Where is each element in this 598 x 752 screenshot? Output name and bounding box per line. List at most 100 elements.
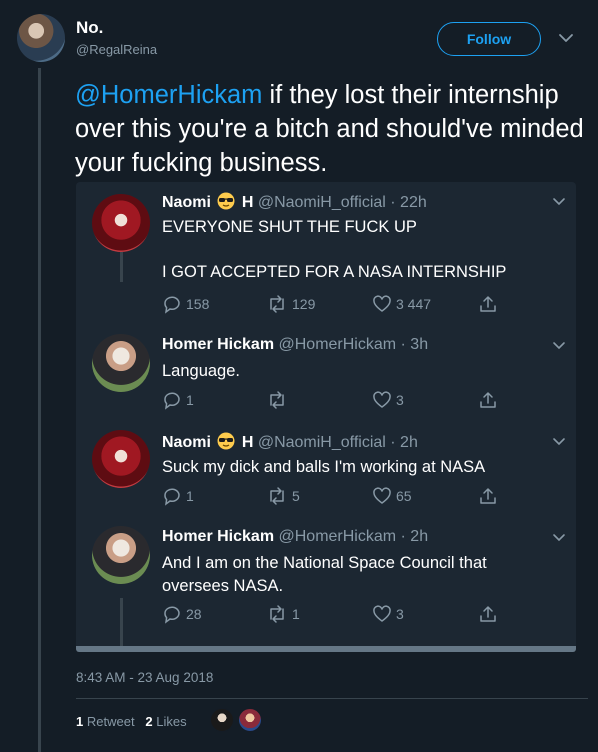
action-bar: 1 5 65 — [162, 486, 502, 508]
share-icon — [480, 392, 496, 408]
share-button[interactable] — [478, 294, 498, 314]
tweet-text: Suck my dick and balls I'm working at NA… — [162, 458, 486, 476]
heart-icon — [373, 391, 391, 408]
tweet-text: @HomerHickam if they lost their internsh… — [75, 78, 585, 180]
action-bar: 158 129 3 447 — [162, 294, 502, 316]
reply-icon — [164, 606, 180, 624]
retweet-icon — [270, 295, 284, 313]
like-count: 3 447 — [396, 296, 432, 312]
retweet-count: 1 — [292, 606, 300, 622]
thread-tweet[interactable]: Naomi H @NaomiH_official · 22h EVERYONE … — [76, 182, 576, 326]
reply-count: 158 — [186, 296, 210, 312]
thread-tweet[interactable]: Homer Hickam @HomerHickam · 3h Language.… — [76, 326, 576, 422]
sunglasses-emoji-icon — [217, 432, 235, 450]
display-name[interactable]: Naomi — [162, 194, 211, 211]
handle-and-time[interactable]: @HomerHickam · 2h — [279, 528, 429, 545]
retweet-button[interactable] — [266, 390, 292, 410]
retweet-count: 129 — [292, 296, 316, 312]
reply-button[interactable]: 158 — [162, 294, 209, 314]
retweet-icon — [270, 605, 284, 623]
quoted-thread-card[interactable]: Naomi H @NaomiH_official · 22h EVERYONE … — [76, 182, 576, 652]
display-name-suffix[interactable]: H — [242, 434, 254, 451]
display-name[interactable]: Homer Hickam — [162, 336, 274, 353]
reply-count: 1 — [186, 392, 194, 408]
tweet-text: And I am on the National Space Council t… — [162, 554, 487, 595]
tweet-line: EVERYONE SHUT THE FUCK UP — [162, 218, 417, 236]
share-icon — [480, 606, 496, 622]
tweet-stats: 1 Retweet 2 Likes — [76, 714, 187, 729]
like-count: 65 — [396, 488, 412, 504]
tweet-header: Naomi H @NaomiH_official · 2h — [162, 432, 418, 452]
avatar[interactable] — [92, 194, 150, 252]
tweet-text: Language. — [162, 362, 240, 380]
like-button[interactable]: 3 — [372, 604, 404, 624]
display-name-suffix[interactable]: H — [242, 194, 254, 211]
reply-button[interactable]: 1 — [162, 390, 194, 410]
thread-connector-line — [38, 68, 41, 752]
chevron-down-icon[interactable] — [550, 528, 568, 546]
author-avatar[interactable] — [17, 14, 65, 62]
tweet-header: Naomi H @NaomiH_official · 22h — [162, 192, 427, 212]
retweet-button[interactable]: 129 — [266, 294, 315, 314]
retweet-button[interactable]: 1 — [266, 604, 300, 624]
like-button[interactable]: 3 — [372, 390, 404, 410]
tweet-text: EVERYONE SHUT THE FUCK UP I GOT ACCEPTED… — [162, 216, 562, 284]
share-icon — [480, 296, 496, 312]
thread-tweet[interactable]: Naomi H @NaomiH_official · 2h Suck my di… — [76, 422, 576, 518]
heart-icon — [373, 487, 391, 504]
like-label[interactable]: Likes — [156, 714, 186, 729]
liker-avatar[interactable] — [210, 708, 234, 732]
like-button[interactable]: 65 — [372, 486, 412, 506]
thread-tweet[interactable]: Homer Hickam @HomerHickam · 2h And I am … — [76, 518, 576, 638]
like-total[interactable]: 2 — [145, 714, 152, 729]
reply-count: 28 — [186, 606, 202, 622]
retweet-button[interactable]: 5 — [266, 486, 300, 506]
chevron-down-icon[interactable] — [550, 432, 568, 450]
retweet-icon — [270, 487, 284, 505]
tweet-timestamp[interactable]: 8:43 AM - 23 Aug 2018 — [76, 670, 213, 685]
tweet-line: I GOT ACCEPTED FOR A NASA INTERNSHIP — [162, 263, 507, 281]
reply-count: 1 — [186, 488, 194, 504]
share-button[interactable] — [478, 604, 498, 624]
author-name[interactable]: No. — [76, 18, 103, 38]
liker-avatar[interactable] — [238, 708, 262, 732]
handle-and-time[interactable]: @NaomiH_official · 22h — [258, 194, 427, 211]
like-count: 3 — [396, 392, 404, 408]
display-name[interactable]: Naomi — [162, 434, 211, 451]
chevron-down-icon[interactable] — [550, 336, 568, 354]
reply-button[interactable]: 28 — [162, 604, 202, 624]
reply-icon — [164, 392, 180, 410]
reply-icon — [164, 488, 180, 506]
handle-and-time[interactable]: @NaomiH_official · 2h — [258, 434, 418, 451]
avatar[interactable] — [92, 430, 150, 488]
display-name[interactable]: Homer Hickam — [162, 528, 274, 545]
heart-icon — [373, 605, 391, 622]
retweet-count: 5 — [292, 488, 300, 504]
chevron-down-icon[interactable] — [556, 28, 576, 48]
share-button[interactable] — [478, 390, 498, 410]
reply-icon — [164, 296, 180, 314]
handle-and-time[interactable]: @HomerHickam · 3h — [279, 336, 429, 353]
author-handle[interactable]: @RegalReina — [76, 42, 157, 57]
avatar[interactable] — [92, 526, 150, 584]
retweet-icon — [270, 391, 284, 409]
share-icon — [480, 488, 496, 504]
follow-button[interactable]: Follow — [437, 22, 541, 56]
quoted-card-bottom-edge — [76, 646, 576, 652]
mention-link[interactable]: @HomerHickam — [75, 81, 262, 109]
like-button[interactable]: 3 447 — [372, 294, 431, 314]
action-bar: 28 1 3 — [162, 604, 502, 626]
action-bar: 1 3 — [162, 390, 502, 412]
like-count: 3 — [396, 606, 404, 622]
retweet-label[interactable]: Retweet — [87, 714, 135, 729]
reply-button[interactable]: 1 — [162, 486, 194, 506]
heart-icon — [373, 295, 391, 312]
share-button[interactable] — [478, 486, 498, 506]
chevron-down-icon[interactable] — [550, 192, 568, 210]
tweet-header: Homer Hickam @HomerHickam · 2h — [162, 528, 428, 546]
avatar[interactable] — [92, 334, 150, 392]
tweet-header: Homer Hickam @HomerHickam · 3h — [162, 336, 428, 354]
sunglasses-emoji-icon — [217, 192, 235, 210]
retweet-total[interactable]: 1 — [76, 714, 83, 729]
divider — [76, 698, 588, 699]
